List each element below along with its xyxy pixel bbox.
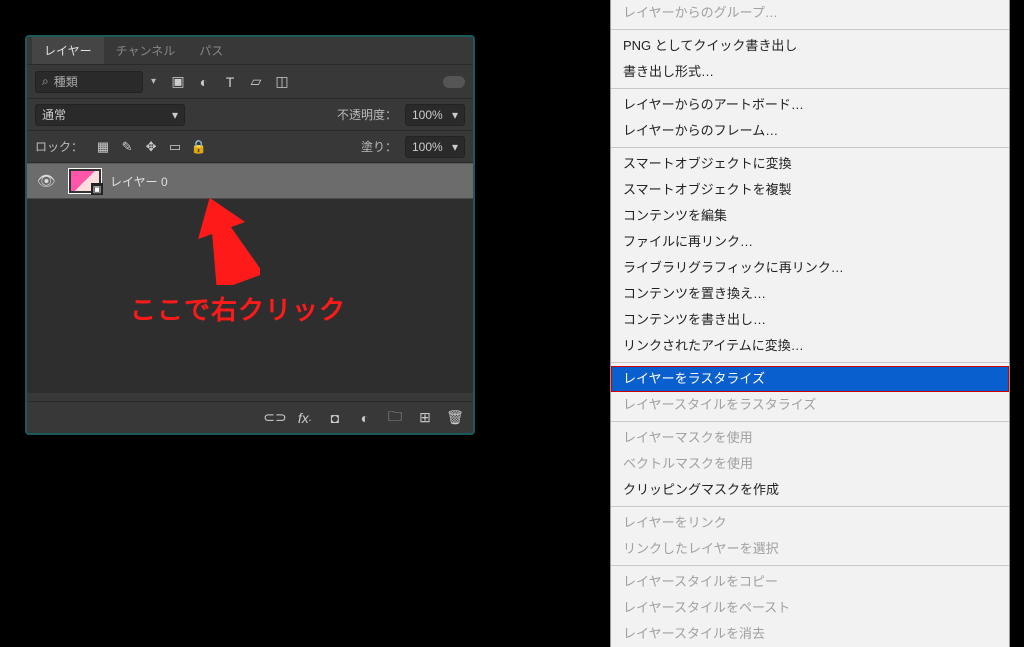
lock-row: ロック： ▦ ✎ ✥ ▭ 🔒 塗り： 100% ▾ bbox=[27, 131, 473, 163]
chevron-down-icon: ▾ bbox=[452, 140, 458, 154]
type-layer-icon[interactable]: T bbox=[222, 74, 238, 90]
menu-divider bbox=[611, 362, 1009, 363]
menu-item: レイヤースタイルをコピー bbox=[611, 569, 1009, 595]
menu-divider bbox=[611, 421, 1009, 422]
opacity-dropdown[interactable]: 100% ▾ bbox=[405, 104, 465, 126]
link-layers-icon[interactable]: ⊂⊃ bbox=[267, 410, 283, 426]
search-icon: ⌕ bbox=[42, 74, 49, 89]
layer-thumbnail[interactable]: ▣ bbox=[68, 168, 102, 194]
menu-item[interactable]: ファイルに再リンク… bbox=[611, 229, 1009, 255]
menu-item[interactable]: PNG としてクイック書き出し bbox=[611, 33, 1009, 59]
lock-all-icon[interactable]: 🔒 bbox=[191, 139, 207, 155]
menu-divider bbox=[611, 29, 1009, 30]
lock-icons: ▦ ✎ ✥ ▭ 🔒 bbox=[95, 139, 207, 155]
panel-footer: ⊂⊃ fx. ◘ ◐ 🗀 ⊞ 🗑 bbox=[27, 401, 473, 433]
menu-item: レイヤースタイルをラスタライズ bbox=[611, 392, 1009, 418]
shape-layer-icon[interactable]: ▱ bbox=[248, 74, 264, 90]
layer-name[interactable]: レイヤー 0 bbox=[110, 173, 168, 190]
menu-item[interactable]: コンテンツを置き換え… bbox=[611, 281, 1009, 307]
opacity-value: 100% bbox=[412, 108, 443, 122]
menu-divider bbox=[611, 506, 1009, 507]
menu-item[interactable]: 書き出し形式… bbox=[611, 59, 1009, 85]
visibility-eye-icon[interactable]: 👁 bbox=[33, 172, 60, 190]
menu-item: レイヤースタイルをペースト bbox=[611, 595, 1009, 621]
fill-label: 塗り： bbox=[361, 138, 397, 155]
new-adjustment-icon[interactable]: ◐ bbox=[357, 410, 373, 426]
new-group-icon[interactable]: 🗀 bbox=[387, 410, 403, 426]
blend-mode-dropdown[interactable]: 通常 ▾ bbox=[35, 104, 185, 126]
fill-value: 100% bbox=[412, 140, 443, 154]
filter-toggle-icon[interactable] bbox=[443, 76, 465, 88]
smart-object-badge-icon: ▣ bbox=[91, 183, 103, 195]
menu-item: レイヤーマスクを使用 bbox=[611, 425, 1009, 451]
tab-channels[interactable]: チャンネル bbox=[104, 37, 188, 64]
menu-item[interactable]: コンテンツを編集 bbox=[611, 203, 1009, 229]
lock-position-icon[interactable]: ✥ bbox=[143, 139, 159, 155]
lock-transparency-icon[interactable]: ▦ bbox=[95, 139, 111, 155]
menu-item: レイヤーをリンク bbox=[611, 510, 1009, 536]
filter-type-label: 種類 bbox=[54, 73, 78, 90]
menu-item: リンクしたレイヤーを選択 bbox=[611, 536, 1009, 562]
chevron-down-icon[interactable]: ▾ bbox=[151, 76, 156, 87]
menu-item[interactable]: ライブラリグラフィックに再リンク… bbox=[611, 255, 1009, 281]
menu-item[interactable]: スマートオブジェクトを複製 bbox=[611, 177, 1009, 203]
lock-artboard-icon[interactable]: ▭ bbox=[167, 139, 183, 155]
layer-filter-dropdown[interactable]: ⌕ 種類 bbox=[35, 71, 143, 93]
annotation-text: ここで右クリック bbox=[130, 290, 346, 327]
filter-row: ⌕ 種類 ▾ ▣ ◐ T ▱ ◫ bbox=[27, 65, 473, 99]
tab-layers[interactable]: レイヤー bbox=[32, 37, 104, 64]
new-layer-icon[interactable]: ⊞ bbox=[417, 410, 433, 426]
menu-item[interactable]: コンテンツを書き出し… bbox=[611, 307, 1009, 333]
layer-row[interactable]: 👁 ▣ レイヤー 0 bbox=[27, 163, 473, 199]
menu-item: レイヤースタイルを消去 bbox=[611, 621, 1009, 647]
layers-panel: レイヤー チャンネル パス ⌕ 種類 ▾ ▣ ◐ T ▱ ◫ 通常 ▾ 不透明度… bbox=[25, 35, 475, 435]
blend-mode-value: 通常 bbox=[42, 106, 66, 123]
fill-dropdown[interactable]: 100% ▾ bbox=[405, 136, 465, 158]
lock-label: ロック： bbox=[35, 138, 83, 155]
menu-item[interactable]: クリッピングマスクを作成 bbox=[611, 477, 1009, 503]
menu-item: レイヤーからのグループ… bbox=[611, 0, 1009, 26]
menu-item: ベクトルマスクを使用 bbox=[611, 451, 1009, 477]
chevron-down-icon: ▾ bbox=[452, 108, 458, 122]
tab-paths[interactable]: パス bbox=[187, 37, 235, 64]
layer-context-menu: レイヤーからのグループ… PNG としてクイック書き出し書き出し形式… レイヤーから… bbox=[610, 0, 1010, 647]
menu-item[interactable]: レイヤーからのフレーム… bbox=[611, 118, 1009, 144]
layer-effects-icon[interactable]: fx. bbox=[297, 410, 313, 426]
smart-object-icon[interactable]: ◫ bbox=[274, 74, 290, 90]
lock-image-icon[interactable]: ✎ bbox=[119, 139, 135, 155]
menu-divider bbox=[611, 88, 1009, 89]
blend-mode-row: 通常 ▾ 不透明度： 100% ▾ bbox=[27, 99, 473, 131]
panel-tabs: レイヤー チャンネル パス bbox=[27, 37, 473, 65]
menu-item[interactable]: レイヤーからのアートボード… bbox=[611, 92, 1009, 118]
menu-item[interactable]: スマートオブジェクトに変換 bbox=[611, 151, 1009, 177]
menu-item[interactable]: リンクされたアイテムに変換… bbox=[611, 333, 1009, 359]
menu-divider bbox=[611, 147, 1009, 148]
pixel-layer-icon[interactable]: ▣ bbox=[170, 74, 186, 90]
layer-list: 👁 ▣ レイヤー 0 bbox=[27, 163, 473, 393]
adjustment-layer-icon[interactable]: ◐ bbox=[196, 74, 212, 90]
opacity-label: 不透明度： bbox=[337, 106, 397, 123]
filter-type-icons: ▣ ◐ T ▱ ◫ bbox=[170, 74, 290, 90]
chevron-down-icon: ▾ bbox=[172, 108, 178, 122]
menu-item-rasterize-layer[interactable]: レイヤーをラスタライズ bbox=[611, 366, 1009, 392]
delete-layer-icon[interactable]: 🗑 bbox=[447, 410, 463, 426]
add-mask-icon[interactable]: ◘ bbox=[327, 410, 343, 426]
